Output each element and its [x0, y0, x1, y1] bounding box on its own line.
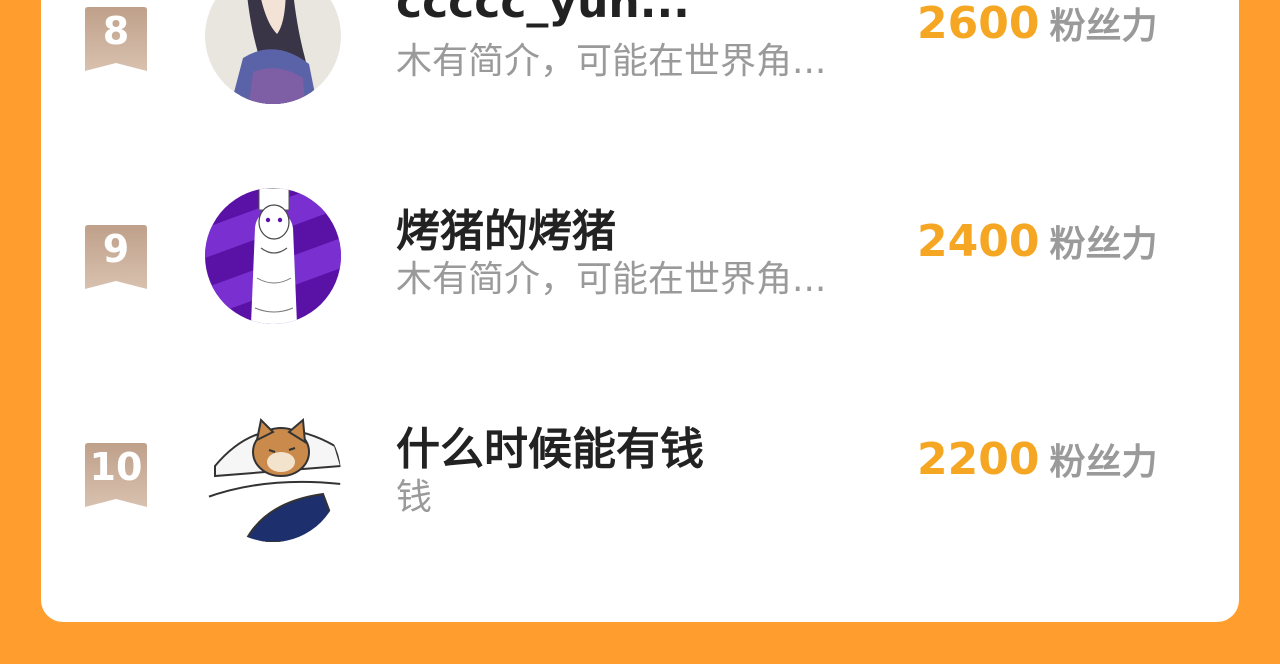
rank-badge: 9	[85, 225, 147, 289]
fan-power-unit: 粉丝力	[1049, 442, 1158, 483]
user-name[interactable]: 什么时候能有钱	[396, 413, 704, 477]
fan-power-stat: 2200 粉丝力	[917, 433, 1157, 485]
fan-power-value: 2600	[917, 0, 1040, 49]
ranking-row[interactable]: 9 烤猪的烤猪 木有简介，可能在世界角... 2400 粉丝力	[41, 188, 1239, 348]
fan-power-value: 2200	[917, 434, 1040, 485]
fan-power-unit: 粉丝力	[1049, 6, 1158, 47]
ranking-row[interactable]: 8 ccccc_yun... 木有简介，可能在世界角... 2600 粉丝力	[41, 0, 1239, 130]
ranking-card: 8 ccccc_yun... 木有简介，可能在世界角... 2600 粉丝力 9…	[41, 0, 1239, 622]
fan-power-stat: 2400 粉丝力	[917, 215, 1157, 267]
fan-power-stat: 2600 粉丝力	[917, 0, 1157, 49]
ranking-row[interactable]: 10 什么时候能有钱 钱 2200 粉丝力	[41, 406, 1239, 566]
cat-in-bed-avatar[interactable]	[205, 406, 341, 542]
rank-badge: 10	[85, 443, 147, 507]
fan-power-unit: 粉丝力	[1049, 224, 1158, 265]
anime-warrior-avatar[interactable]	[205, 0, 341, 104]
user-bio: 木有简介，可能在世界角...	[396, 259, 827, 300]
rank-number: 9	[102, 227, 130, 271]
user-bio: 钱	[396, 477, 433, 518]
user-bio: 木有简介，可能在世界角...	[396, 41, 827, 82]
rank-number: 8	[102, 9, 130, 53]
rank-badge: 8	[85, 7, 147, 71]
sketch-girl-avatar[interactable]	[205, 188, 341, 324]
user-name[interactable]: ccccc_yun...	[396, 0, 690, 28]
fan-power-value: 2400	[917, 216, 1040, 267]
rank-number: 10	[89, 445, 143, 489]
